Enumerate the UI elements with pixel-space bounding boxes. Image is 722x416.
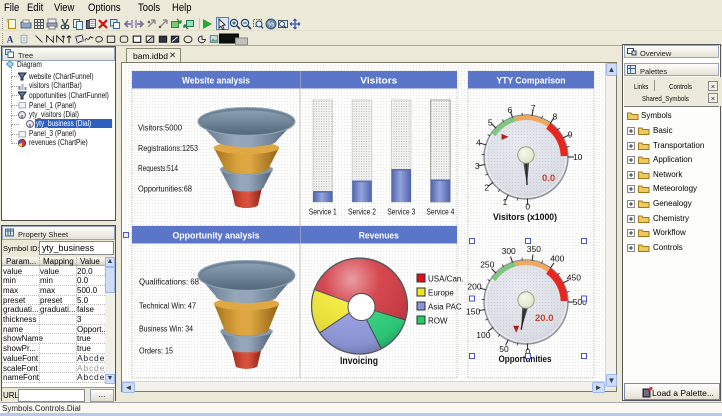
svg-text:2: 2 bbox=[484, 182, 489, 192]
svg-text:0.0: 0.0 bbox=[542, 173, 555, 184]
svg-text:A: A bbox=[7, 34, 14, 44]
svg-text:Service 4: Service 4 bbox=[426, 207, 454, 217]
svg-text:Technical Win: 47: Technical Win: 47 bbox=[139, 300, 196, 310]
svg-text:Visitors (x1000): Visitors (x1000) bbox=[493, 212, 557, 223]
svg-text:Website analysis: Website analysis bbox=[182, 76, 250, 86]
svg-text:0: 0 bbox=[525, 202, 530, 212]
svg-text:100: 100 bbox=[476, 330, 490, 340]
svg-text:%: % bbox=[268, 20, 275, 29]
svg-text:50: 50 bbox=[499, 344, 509, 354]
svg-text:Requests:514: Requests:514 bbox=[138, 163, 178, 173]
svg-text:200: 200 bbox=[467, 282, 481, 292]
svg-text:Service 1: Service 1 bbox=[309, 207, 337, 217]
svg-text:5: 5 bbox=[488, 118, 493, 128]
svg-text:6: 6 bbox=[508, 105, 513, 115]
svg-text:150: 150 bbox=[466, 307, 480, 317]
svg-text:Invoicing: Invoicing bbox=[340, 356, 378, 367]
svg-text:8: 8 bbox=[553, 112, 558, 122]
svg-text:Visitors:5000: Visitors:5000 bbox=[138, 123, 182, 133]
svg-text:Orders: 15: Orders: 15 bbox=[139, 346, 173, 356]
svg-text:ROW: ROW bbox=[428, 317, 448, 326]
svg-text:450: 450 bbox=[567, 272, 581, 282]
svg-text:3: 3 bbox=[475, 161, 480, 171]
svg-text:1: 1 bbox=[503, 197, 508, 207]
svg-text:Qualifications: 68: Qualifications: 68 bbox=[139, 277, 199, 287]
svg-text:USA/Can.: USA/Can. bbox=[428, 275, 464, 284]
svg-text:9: 9 bbox=[568, 129, 573, 139]
svg-text:350: 350 bbox=[527, 244, 541, 254]
svg-text:Business Win: 34: Business Win: 34 bbox=[139, 324, 193, 334]
svg-text:250: 250 bbox=[480, 260, 494, 270]
svg-text:Service 2: Service 2 bbox=[348, 207, 376, 217]
svg-text:7: 7 bbox=[531, 103, 536, 113]
svg-text:Opportunity analysis: Opportunity analysis bbox=[173, 231, 260, 241]
svg-text:Service 3: Service 3 bbox=[387, 207, 415, 217]
svg-text:Opportunities:68: Opportunities:68 bbox=[138, 183, 192, 193]
svg-text:YTY Comparison: YTY Comparison bbox=[497, 76, 566, 86]
svg-text:4: 4 bbox=[476, 138, 481, 148]
svg-text:Visitors: Visitors bbox=[360, 76, 397, 86]
svg-text:400: 400 bbox=[550, 253, 564, 263]
svg-text:Asia PAC: Asia PAC bbox=[428, 303, 462, 312]
svg-text:10: 10 bbox=[573, 152, 583, 162]
svg-text:300: 300 bbox=[502, 246, 516, 256]
svg-text:20.0: 20.0 bbox=[535, 313, 554, 324]
svg-text:Registrations:1253: Registrations:1253 bbox=[138, 143, 198, 153]
svg-text:Europe: Europe bbox=[428, 289, 454, 298]
svg-text:Revenues: Revenues bbox=[359, 231, 399, 241]
